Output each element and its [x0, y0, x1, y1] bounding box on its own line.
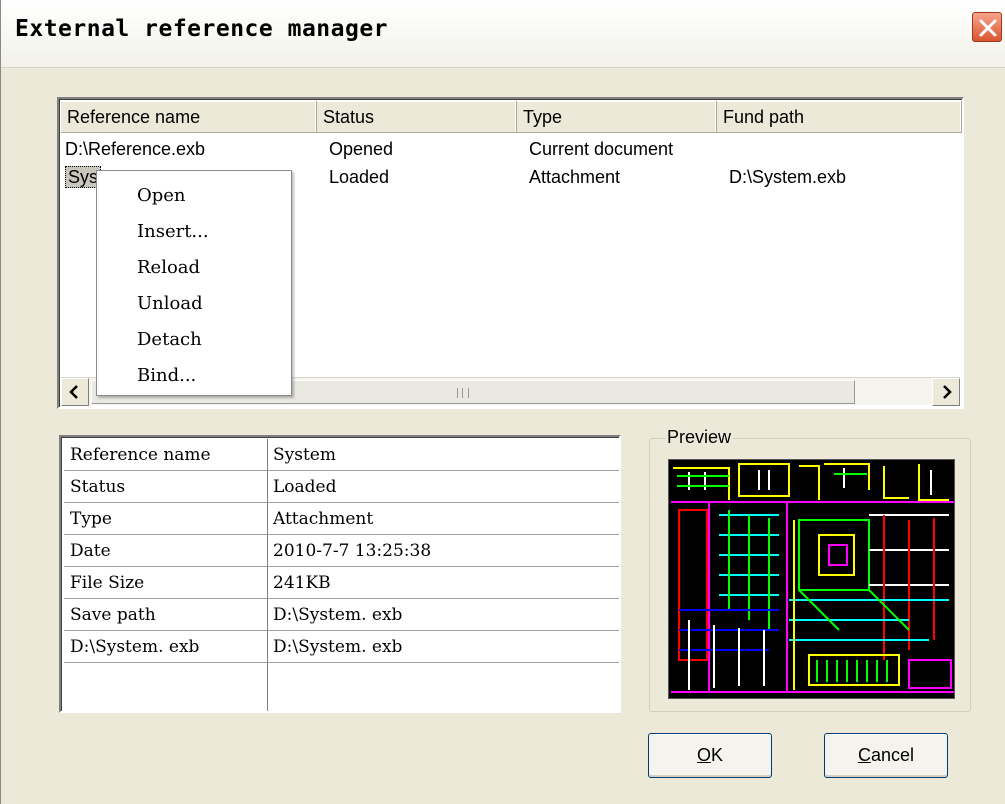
- cell-fund-path: [717, 135, 962, 163]
- detail-row: Save path D:\System. exb: [64, 599, 619, 631]
- grip-icon: [457, 388, 469, 398]
- detail-key: Status: [70, 477, 126, 497]
- menu-item-open[interactable]: Open: [137, 185, 186, 206]
- column-header-type[interactable]: Type: [517, 101, 717, 133]
- chevron-left-icon: [69, 385, 78, 399]
- column-divider: [267, 439, 268, 711]
- detail-row: Status Loaded: [64, 471, 619, 503]
- title-bar[interactable]: External reference manager: [1, 0, 1005, 68]
- detail-row: Reference name System: [64, 439, 619, 471]
- detail-value: 241KB: [273, 573, 331, 593]
- detail-row: Date 2010-7-7 13:25:38: [64, 535, 619, 567]
- cell-reference-name: D:\Reference.exb: [65, 139, 206, 159]
- detail-key: Save path: [70, 605, 156, 625]
- detail-row: D:\System. exb D:\System. exb: [64, 631, 619, 663]
- menu-item-detach[interactable]: Detach: [137, 329, 202, 350]
- detail-value: D:\System. exb: [273, 637, 403, 657]
- detail-key: D:\System. exb: [70, 637, 200, 657]
- menu-item-unload[interactable]: Unload: [137, 293, 203, 314]
- detail-row: Type Attachment: [64, 503, 619, 535]
- detail-key: Reference name: [70, 445, 211, 465]
- detail-value: D:\System. exb: [273, 605, 403, 625]
- scroll-left-button[interactable]: [61, 378, 89, 406]
- close-button[interactable]: [972, 12, 1002, 42]
- menu-item-insert[interactable]: Insert...: [137, 221, 209, 242]
- column-header-fund-path[interactable]: Fund path: [717, 101, 962, 133]
- column-header-status[interactable]: Status: [317, 101, 517, 133]
- cell-status: Opened: [329, 139, 394, 159]
- cancel-button-mnemonic: C: [857, 745, 871, 765]
- window-title: External reference manager: [15, 16, 389, 42]
- detail-value: Attachment: [273, 509, 374, 529]
- cell-status: Loaded: [329, 167, 390, 187]
- ok-button-label: K: [711, 745, 724, 765]
- cancel-button[interactable]: Cancel: [824, 733, 948, 778]
- detail-key: Date: [70, 541, 111, 561]
- cell-fund-path: D:\System.exb: [729, 167, 847, 187]
- detail-row: File Size 241KB: [64, 567, 619, 599]
- preview-label: Preview: [665, 427, 734, 448]
- cad-drawing-thumbnail: [669, 460, 954, 698]
- detail-key: Type: [70, 509, 112, 529]
- ok-button[interactable]: OK: [648, 733, 772, 778]
- list-header: Reference name Status Type Fund path: [61, 101, 962, 133]
- detail-value: 2010-7-7 13:25:38: [273, 541, 432, 561]
- cell-type: Current document: [529, 139, 674, 159]
- ok-button-mnemonic: O: [696, 745, 711, 765]
- close-icon: [979, 19, 997, 37]
- reference-details-table: Reference name System Status Loaded Type…: [59, 435, 621, 713]
- table-row[interactable]: D:\Reference.exb Opened Current document: [61, 135, 962, 163]
- context-menu: Open Insert... Reload Unload Detach Bind…: [96, 170, 292, 396]
- scroll-right-button[interactable]: [932, 378, 960, 406]
- chevron-right-icon: [943, 385, 952, 399]
- cell-type: Attachment: [529, 167, 621, 187]
- menu-item-reload[interactable]: Reload: [137, 257, 200, 278]
- menu-item-bind[interactable]: Bind...: [137, 365, 196, 386]
- detail-key: File Size: [70, 573, 145, 593]
- column-header-reference-name[interactable]: Reference name: [61, 101, 317, 133]
- preview-group: Preview: [649, 427, 971, 712]
- detail-value: System: [273, 445, 336, 465]
- preview-image: [668, 459, 955, 699]
- external-reference-manager-window: External reference manager Reference nam…: [0, 0, 1005, 804]
- cancel-button-label: ancel: [870, 745, 915, 765]
- detail-value: Loaded: [273, 477, 337, 497]
